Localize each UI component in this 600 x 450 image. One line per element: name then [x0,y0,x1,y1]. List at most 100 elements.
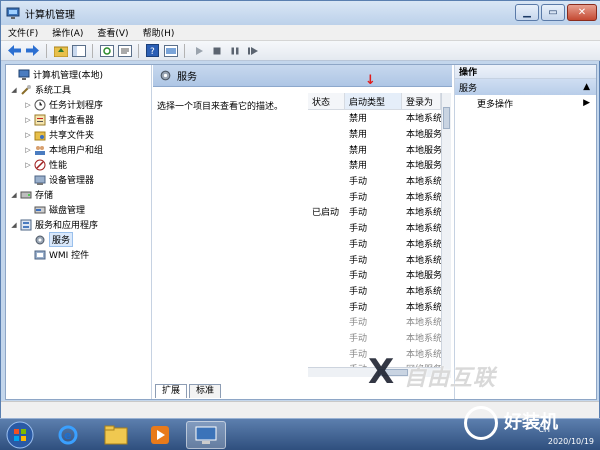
gear-icon [160,70,171,81]
tree-node-services-applications[interactable]: ◢ 服务和应用程序 [10,217,98,232]
cell-startup: 禁用 [349,114,368,125]
watermark-x-logo: X [368,352,395,392]
gear-icon [35,235,45,244]
clock-date: 2020/10/19 [547,437,594,446]
expand-icon[interactable]: ▷ [24,161,32,169]
minimize-button[interactable]: ▁ [515,4,539,21]
expand-icon[interactable]: ◢ [10,221,18,229]
computer-management-icon [6,7,20,19]
toolbar-separator [138,43,139,58]
refresh-icon[interactable] [99,43,114,58]
title-bar[interactable]: 计算机管理 ▁ ▭ ✕ [1,1,600,25]
taskbar-explorer-icon[interactable] [96,421,136,449]
close-button[interactable]: ✕ [567,4,597,21]
table-row[interactable]: 手动 本地系统 [308,236,441,252]
watermark-text-left: 自由互联 [404,366,497,391]
tree-node-computer-management[interactable]: 计算机管理(本地) [8,67,103,82]
vertical-scrollbar[interactable] [441,93,451,378]
tree-node-storage[interactable]: ◢ 存储 [10,187,53,202]
menu-help[interactable]: 帮助(H) [136,26,182,39]
tree-node-local-users-groups[interactable]: ▷ 本地用户和组 [24,142,103,157]
tree-node-system-tools[interactable]: ◢ 系统工具 [10,82,71,97]
disk-icon [34,206,46,213]
toolbar: ? [1,41,600,61]
table-row[interactable]: 禁用 本地服务 [308,126,441,142]
table-row[interactable]: 禁用 本地系统 [308,110,441,126]
taskbar-ie-icon[interactable]: e [48,421,88,449]
taskbar-media-player-icon[interactable] [140,421,180,449]
tree-node-performance[interactable]: ▷ 性能 [24,157,67,172]
table-row[interactable]: 禁用 本地服务 [308,141,441,157]
cell-startup: 禁用 [349,130,368,141]
expand-icon[interactable]: ◢ [10,86,18,94]
tree-node-services[interactable]: 服务 [24,232,74,247]
svg-text:e: e [64,429,71,442]
maximize-button[interactable]: ▭ [541,4,565,21]
table-row[interactable]: 手动 本地系统 [308,173,441,189]
cell-logon: 本地系统 [406,177,441,188]
help-icon[interactable]: ? [145,43,160,58]
column-header-startup-type[interactable]: 启动类型 [345,93,402,109]
show-hide-tree-icon[interactable] [71,43,86,58]
menu-action[interactable]: 操作(A) [45,26,90,39]
column-header-log-on-as[interactable]: 登录为 [402,93,441,109]
collapse-up-icon[interactable]: ▲ [583,82,590,92]
tree-node-task-scheduler[interactable]: ▷ 任务计划程序 [24,97,103,112]
expand-icon[interactable]: ▷ [24,101,32,109]
tab-extended[interactable]: 扩展 [155,384,188,398]
tree-node-device-manager[interactable]: 设备管理器 [24,172,94,187]
cell-logon: 本地系统 [406,192,441,203]
menu-view[interactable]: 查看(V) [90,26,135,39]
view-tabs: 扩展 标准 [155,384,222,398]
stop-service-icon[interactable] [209,43,224,58]
actions-section-services[interactable]: 服务 ▲ [455,79,596,95]
table-body: 禁用 本地系统 禁用 本地服务 禁用 本地服务 禁用 本地服务 手动 本地系统 手动 本地系统 已启动手… [308,110,441,377]
cell-logon: 本地系统 [406,239,441,250]
more-actions-item[interactable]: 更多操作 ▶ [455,95,596,111]
cell-logon: 本地系统 [406,318,441,329]
event-viewer-icon [34,114,46,125]
menu-file[interactable]: 文件(F) [1,26,45,39]
scroll-thumb[interactable] [443,107,450,129]
storage-icon [20,191,32,198]
start-button[interactable] [4,420,36,450]
tab-standard[interactable]: 标准 [189,384,222,398]
export-list-icon[interactable] [117,43,132,58]
properties-icon[interactable] [163,43,178,58]
tree-node-event-viewer[interactable]: ▷ 事件查看器 [24,112,94,127]
tree-node-disk-management[interactable]: 磁盘管理 [24,202,85,217]
start-service-icon[interactable] [191,43,206,58]
expand-icon[interactable]: ◢ [10,191,18,199]
table-row[interactable]: 手动 本地系统 [308,330,441,346]
table-row[interactable]: 手动 本地系统 [308,283,441,299]
up-folder-icon[interactable] [53,43,68,58]
cell-startup: 手动 [349,271,368,282]
table-row[interactable]: 禁用 本地服务 [308,157,441,173]
expand-icon[interactable]: ▷ [24,146,32,154]
taskbar-computer-management-icon[interactable] [186,421,226,449]
column-header-status[interactable]: 状态 [308,93,345,109]
back-arrow-icon[interactable] [7,43,22,58]
expand-icon[interactable]: ▷ [24,116,32,124]
pause-service-icon[interactable] [227,43,242,58]
table-row[interactable]: 手动 本地系统 [308,251,441,267]
restart-service-icon[interactable] [245,43,260,58]
performance-icon [34,159,46,170]
tree-node-shared-folders[interactable]: ▷ 共享文件夹 [24,127,94,142]
expand-icon[interactable]: ▷ [24,131,32,139]
table-row[interactable]: 手动 本地系统 [308,314,441,330]
cell-logon: 本地系统 [406,286,441,297]
table-row[interactable]: 手动 本地系统 [308,220,441,236]
forward-arrow-icon[interactable] [25,43,40,58]
tree-node-wmi-control[interactable]: WMI 控件 [24,247,89,262]
cell-startup: 手动 [349,255,368,266]
pane-title: 服务 [177,72,197,83]
table-row[interactable]: 手动 本地服务 [308,267,441,283]
table-row[interactable]: 手动 本地系统 [308,298,441,314]
cell-logon: 本地系统 [406,208,441,219]
table-row[interactable]: 已启动 手动 本地系统 [308,204,441,220]
toolbar-separator [46,43,47,58]
table-row[interactable]: 手动 本地系统 [308,188,441,204]
cell-startup: 手动 [349,208,368,219]
cell-startup: 禁用 [349,161,368,172]
